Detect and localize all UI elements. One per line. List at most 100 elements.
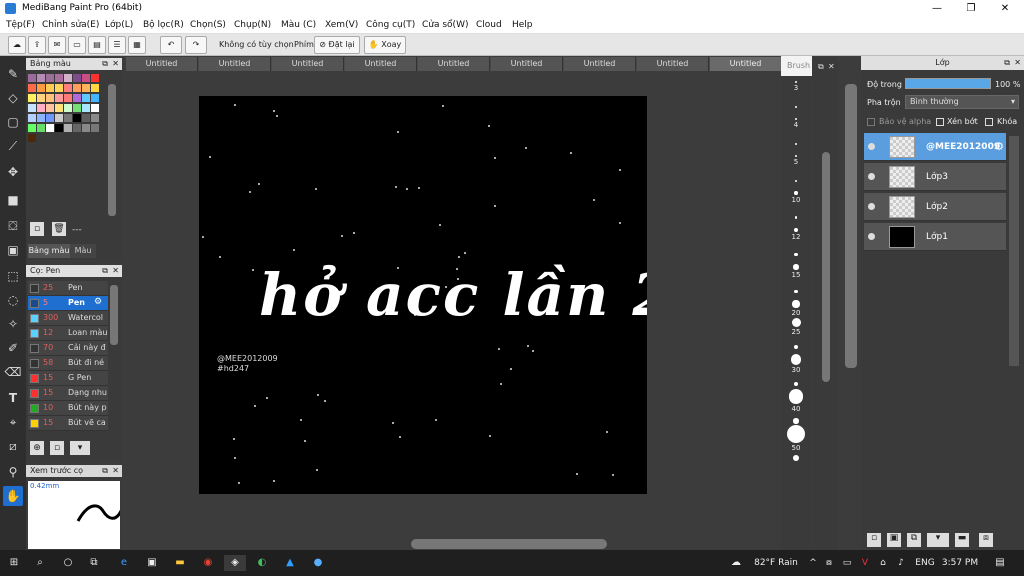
move-tool-icon[interactable]: ✥	[3, 162, 23, 182]
brush-size-scrollbar[interactable]	[822, 152, 830, 382]
tab-color[interactable]: Màu	[70, 244, 96, 258]
expand-icon[interactable]: ⧉	[818, 62, 824, 72]
brush-size-dot[interactable]	[793, 455, 799, 461]
brush-size-dot[interactable]	[795, 155, 797, 157]
color-swatch[interactable]	[82, 124, 90, 132]
edge-icon[interactable]: e	[114, 555, 134, 571]
brush-size-dot[interactable]	[787, 424, 805, 443]
chevron-up-icon[interactable]: ^	[806, 555, 820, 571]
eye-icon[interactable]	[868, 203, 875, 210]
color-swatch[interactable]	[28, 84, 36, 92]
color-swatch[interactable]	[73, 94, 81, 102]
horizontal-scrollbar[interactable]	[411, 539, 607, 549]
lasso-tool-icon[interactable]: ◌	[3, 290, 23, 310]
brush-item[interactable]: 15 Dạng nhu	[28, 386, 108, 401]
expand-icon[interactable]: ⧉	[1004, 56, 1010, 70]
share-icon[interactable]: ⇪	[28, 36, 46, 54]
hand-tool-icon[interactable]: ✋	[3, 486, 23, 506]
color-swatch[interactable]	[91, 104, 99, 112]
windows-start-icon[interactable]: ⊞	[4, 555, 24, 571]
color-swatch[interactable]	[55, 84, 63, 92]
layer-row[interactable]: Lớp2	[864, 193, 1006, 221]
color-swatch[interactable]	[37, 94, 45, 102]
menu-cloud[interactable]: Cloud	[476, 20, 502, 30]
brush-size-dot[interactable]	[793, 418, 799, 424]
color-swatch[interactable]	[46, 104, 54, 112]
close-panel-icon[interactable]: ✕	[112, 465, 119, 477]
select-eraser-tool-icon[interactable]: ⌫	[3, 362, 23, 382]
bucket-tool-icon[interactable]: ⛋	[3, 216, 23, 236]
battery-icon[interactable]: ▭	[840, 555, 854, 571]
brush-item[interactable]: 58 Bút đi né	[28, 356, 108, 371]
lock-checkbox[interactable]	[985, 118, 993, 126]
document-tab[interactable]: Untitled	[637, 57, 709, 71]
medibang-icon[interactable]: ◈	[224, 555, 246, 571]
expand-icon[interactable]: ⧉	[102, 465, 108, 477]
maximize-button[interactable]: ❐	[954, 0, 988, 17]
layer-row[interactable]: Lớp1	[864, 223, 1006, 251]
menu-edit[interactable]: Chỉnh sửa(E)	[42, 20, 99, 30]
color-swatch[interactable]	[73, 114, 81, 122]
undo-icon[interactable]: ↶	[160, 36, 182, 54]
blend-mode-select[interactable]: Bình thường ▾	[905, 95, 1019, 109]
brush-item[interactable]: 70 Cải này đ	[28, 341, 108, 356]
copy-brush-icon[interactable]: ▫	[50, 441, 64, 455]
eraser-tool-icon[interactable]: ◇	[3, 88, 23, 108]
color-swatch[interactable]	[55, 114, 63, 122]
color-swatch[interactable]	[64, 74, 72, 82]
text-tool-icon[interactable]: T	[3, 388, 23, 408]
brush-size-dot[interactable]	[795, 118, 797, 120]
screenshot-icon[interactable]: ⧇	[822, 555, 836, 571]
color-swatch[interactable]	[82, 114, 90, 122]
notification-icon[interactable]: ▤	[990, 555, 1010, 571]
brush-size-dot[interactable]	[794, 289, 798, 294]
new-palette-icon[interactable]: ▫	[30, 222, 44, 236]
color-swatch[interactable]	[28, 104, 36, 112]
weather-text[interactable]: 82°F Rain	[748, 555, 804, 571]
menu-help[interactable]: Help	[512, 20, 533, 30]
add-brush-icon[interactable]: ⊕	[30, 441, 44, 455]
tab-palette[interactable]: Bảng màu	[28, 244, 70, 258]
brush-item[interactable]: 15 G Pen	[28, 371, 108, 386]
brush-size-dot[interactable]	[793, 264, 799, 270]
select-rect-tool-icon[interactable]: ⬚	[3, 266, 23, 286]
color-swatch[interactable]	[73, 74, 81, 82]
document-tab[interactable]: Untitled	[345, 57, 417, 71]
brush-scrollbar[interactable]	[110, 285, 118, 345]
fill-rect-tool-icon[interactable]: ■	[3, 190, 23, 210]
cortana-icon[interactable]: ○	[58, 555, 78, 571]
close-panel-icon[interactable]: ✕	[112, 58, 119, 70]
copy-layer-icon[interactable]: ⧉	[907, 533, 921, 547]
select-pen-tool-icon[interactable]: ✐	[3, 338, 23, 358]
gradient-tool-icon[interactable]: ▣	[3, 240, 23, 260]
color-swatch[interactable]	[46, 124, 54, 132]
brush-tool-icon[interactable]: ✎	[3, 64, 23, 84]
brush-size-dot[interactable]	[795, 142, 797, 145]
color-swatch[interactable]	[91, 124, 99, 132]
menu-file[interactable]: Tệp(F)	[6, 20, 35, 30]
rectangle-tool-icon[interactable]: ▢	[3, 112, 23, 132]
color-swatch[interactable]	[91, 84, 99, 92]
color-swatch[interactable]	[64, 84, 72, 92]
photos-icon[interactable]: ▲	[280, 555, 300, 571]
document-tab[interactable]: Untitled	[126, 57, 198, 71]
gear-icon[interactable]: ⚙	[94, 297, 102, 307]
reset-button[interactable]: ⊘ Đặt lại	[314, 36, 360, 54]
minimize-button[interactable]: —	[920, 0, 954, 17]
eye-icon[interactable]	[868, 173, 875, 180]
expand-icon[interactable]: ⧉	[102, 58, 108, 70]
color-swatch[interactable]	[37, 124, 45, 132]
document-tab[interactable]: Untitled	[418, 57, 490, 71]
brush-size-dot[interactable]	[795, 179, 797, 182]
color-swatch[interactable]	[91, 74, 99, 82]
vertical-scrollbar[interactable]	[845, 84, 857, 368]
clip-checkbox[interactable]	[936, 118, 944, 126]
color-swatch[interactable]	[64, 124, 72, 132]
coccoc-icon[interactable]: ◐	[252, 555, 272, 571]
color-swatch[interactable]	[55, 104, 63, 112]
brush-size-dot[interactable]	[788, 389, 804, 404]
zoom-icon[interactable]: ●	[308, 555, 328, 571]
color-swatch[interactable]	[82, 74, 90, 82]
weather-icon[interactable]: ☁	[728, 555, 744, 571]
document-tab[interactable]: Untitled	[491, 57, 563, 71]
